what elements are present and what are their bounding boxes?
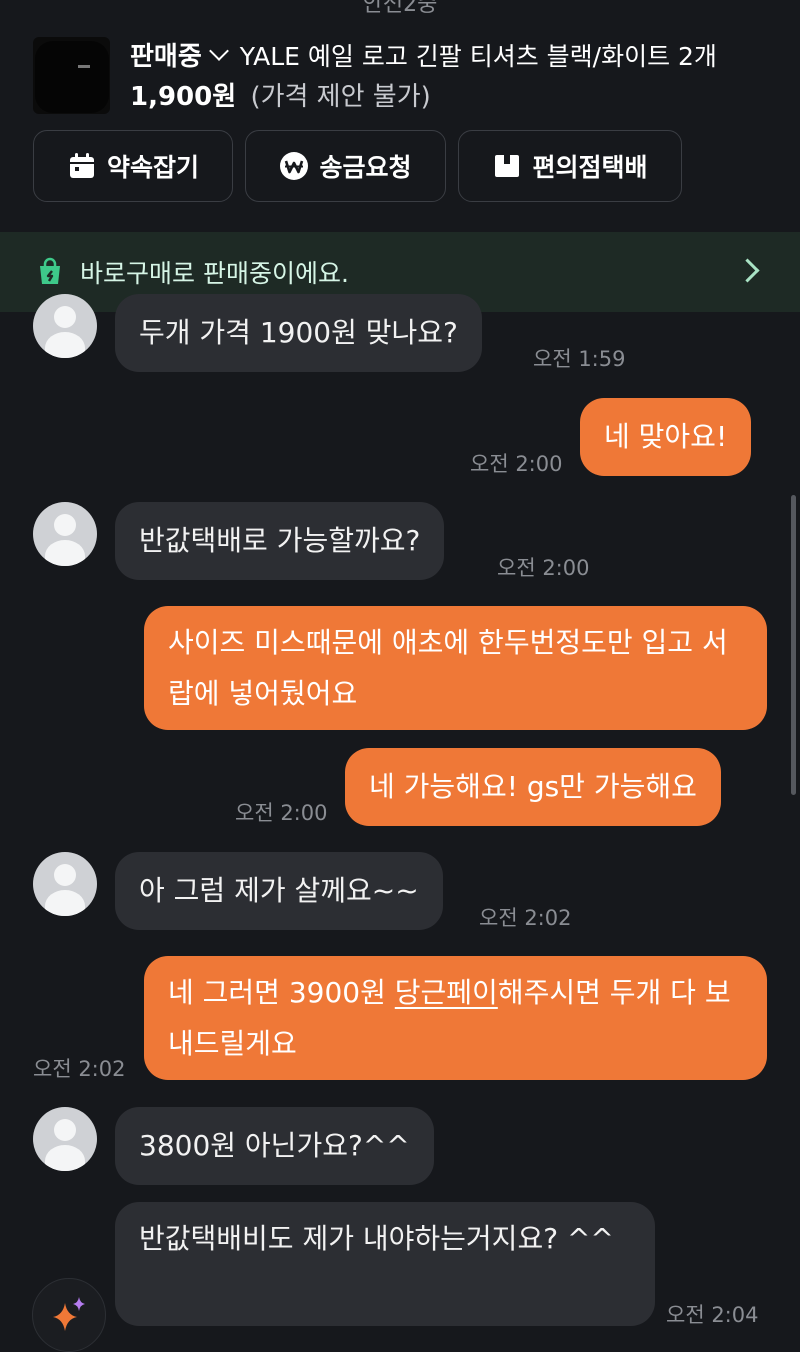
shopping-bag-icon (34, 256, 66, 288)
message-time: 오전 2:00 (235, 801, 328, 825)
message-time: 오전 2:00 (470, 452, 563, 476)
message-bubble-incoming: 두개 가격 1900원 맞나요? (115, 294, 482, 372)
message-bubble-incoming: 아 그럼 제가 살께요~~ (115, 852, 443, 930)
message-bubble-outgoing: 네 그러면 3900원 당근페이해주시면 두개 다 보내드릴게요 (144, 956, 767, 1080)
message-bubble-outgoing: 네 가능해요! gs만 가능해요 (345, 748, 721, 826)
chevron-down-icon[interactable] (208, 40, 229, 61)
message-bubble-incoming: 3800원 아닌가요?^^ (115, 1107, 434, 1185)
product-title: YALE 예일 로고 긴팔 티셔츠 블랙/화이트 2개 (239, 41, 717, 71)
price-note: (가격 제안 불가) (250, 82, 431, 112)
avatar[interactable] (33, 502, 97, 566)
top-cut-off-text: 안전2중 (362, 0, 438, 17)
avatar[interactable] (33, 294, 97, 358)
convenience-delivery-label: 편의점택배 (532, 153, 648, 182)
message-time: 오전 2:02 (479, 906, 572, 930)
message-bubble-outgoing: 사이즈 미스때문에 애초에 한두번정도만 입고 서랍에 넣어뒀어요 (144, 606, 767, 730)
message-bubble-incoming: 반값택배로 가능할까요? (115, 502, 445, 580)
message-time: 오전 1:59 (533, 347, 626, 371)
message-time: 오전 2:02 (33, 1057, 126, 1081)
product-thumbnail[interactable] (33, 37, 110, 114)
product-price: 1,900원 (130, 82, 237, 112)
scrollbar[interactable] (791, 495, 796, 795)
message-time: 오전 2:04 (666, 1303, 759, 1327)
box-icon (492, 151, 522, 181)
avatar[interactable] (33, 1107, 97, 1171)
convenience-delivery-button[interactable]: 편의점택배 (458, 130, 682, 202)
ai-assist-button[interactable] (32, 1278, 106, 1352)
product-price-row: 1,900원 (가격 제안 불가) (130, 76, 431, 113)
appointment-button[interactable]: 약속잡기 (33, 130, 233, 202)
danggeun-pay-link[interactable]: 당근페이 (395, 976, 498, 1009)
message-bubble-outgoing: 네 맞아요! (580, 398, 752, 476)
message-time: 오전 2:00 (497, 556, 590, 580)
avatar[interactable] (33, 852, 97, 916)
message-bubble-incoming: 반값택배비도 제가 내야하는거지요? ^^ (115, 1202, 655, 1326)
appointment-label: 약속잡기 (106, 153, 199, 182)
money-request-label: 송금요청 (319, 153, 412, 182)
sale-status[interactable]: 판매중 (130, 36, 202, 73)
chevron-right-icon[interactable] (735, 258, 760, 283)
won-coin-icon (279, 151, 309, 181)
sparkle-icon (49, 1293, 89, 1337)
banner-text: 바로구매로 판매중이에요. (80, 259, 349, 288)
money-request-button[interactable]: 송금요청 (245, 130, 446, 202)
product-info-row[interactable]: 판매중 YALE 예일 로고 긴팔 티셔츠 블랙/화이트 2개 (130, 36, 717, 73)
message-text: 네 그러면 3900원 (168, 976, 395, 1009)
calendar-icon (67, 151, 97, 181)
